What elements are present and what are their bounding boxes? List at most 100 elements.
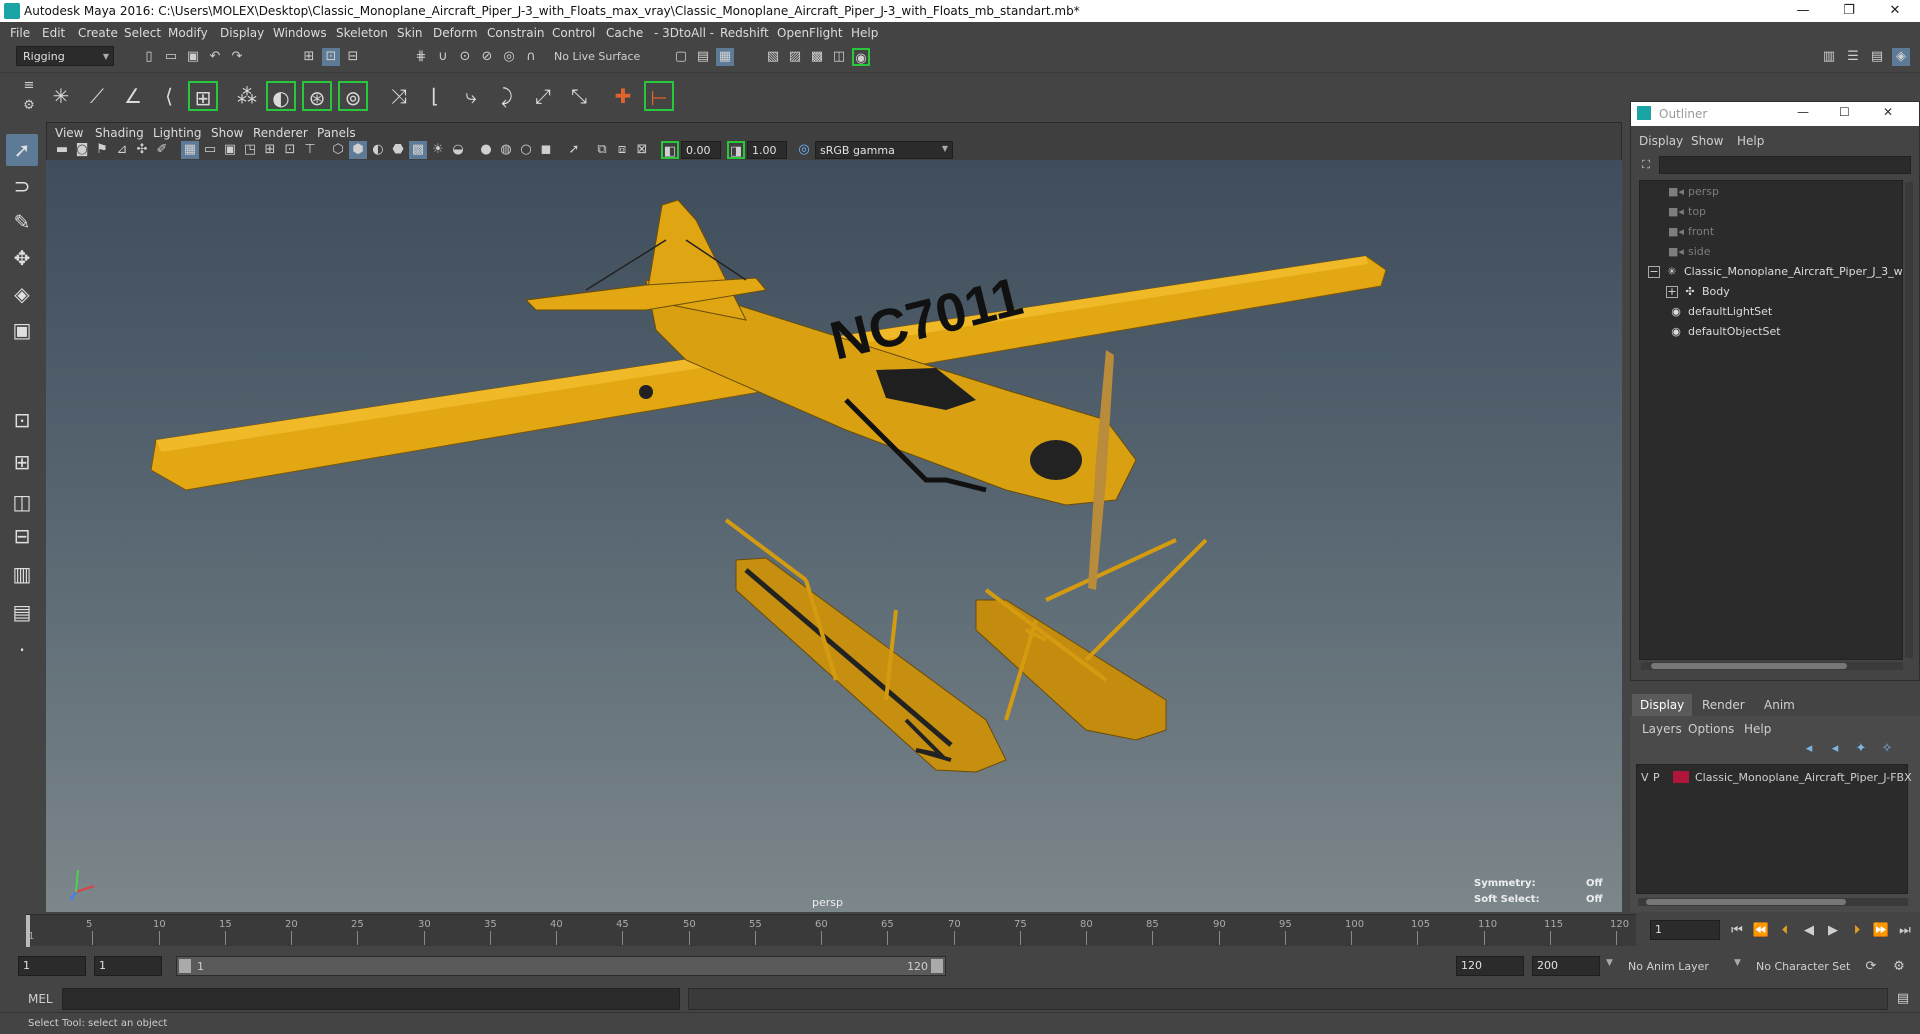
snap-grid-icon[interactable]: ⋕ bbox=[412, 48, 430, 66]
smooth-shade-icon[interactable]: ⬢ bbox=[349, 141, 367, 159]
new-layer-icon[interactable]: ✦ bbox=[1852, 740, 1870, 758]
step-forward-key-icon[interactable]: ⏵ bbox=[1848, 922, 1866, 940]
outliner-minimize-button[interactable]: — bbox=[1797, 105, 1809, 119]
expand-icon[interactable]: + bbox=[1666, 286, 1678, 298]
camera-select-icon[interactable]: ▬ bbox=[53, 141, 71, 159]
outliner-item[interactable]: − ✳ Classic_Monoplane_Aircraft_Piper_J_3_w bbox=[1648, 265, 1903, 285]
layer-menu-help[interactable]: Help bbox=[1744, 722, 1771, 736]
step-back-key-icon[interactable]: ⏴ bbox=[1776, 922, 1794, 940]
move-layer-down-icon[interactable]: ◂ bbox=[1826, 740, 1844, 758]
wire-icon[interactable]: ⊚ bbox=[338, 81, 368, 111]
close-button[interactable]: ✕ bbox=[1872, 1, 1918, 21]
current-frame-field[interactable]: 1 bbox=[1650, 920, 1720, 940]
script-editor-icon[interactable]: ▤ bbox=[1894, 990, 1912, 1008]
layer-row[interactable]: V P Classic_Monoplane_Aircraft_Piper_J-F… bbox=[1637, 767, 1912, 787]
menu-create[interactable]: Create bbox=[78, 26, 118, 40]
redo-icon[interactable]: ↷ bbox=[228, 48, 246, 66]
render-view-icon[interactable]: ▧ bbox=[764, 48, 782, 66]
chevron-down-icon[interactable]: ▼ bbox=[1606, 958, 1613, 968]
motion-blur-icon[interactable]: ◍ bbox=[497, 141, 515, 159]
panel-menu-panels[interactable]: Panels bbox=[317, 126, 356, 140]
textured-icon[interactable]: ▩ bbox=[409, 141, 427, 159]
camera-attr-icon[interactable]: ◙ bbox=[73, 141, 91, 159]
menu-windows[interactable]: Windows bbox=[273, 26, 327, 40]
panel-menu-shading[interactable]: Shading bbox=[95, 126, 144, 140]
locator-icon[interactable]: ✚ bbox=[608, 81, 638, 111]
outliner-item[interactable]: ■◂ persp bbox=[1648, 185, 1719, 205]
current-time-indicator[interactable] bbox=[26, 915, 30, 947]
image-plane-icon[interactable]: ⊿ bbox=[113, 141, 131, 159]
snap-view-icon[interactable]: ⊘ bbox=[478, 48, 496, 66]
default-material-icon[interactable]: ◐ bbox=[369, 141, 387, 159]
color-management-icon[interactable]: ◎ bbox=[795, 141, 813, 159]
minimize-button[interactable]: — bbox=[1780, 1, 1826, 21]
outliner-hscroll-thumb[interactable] bbox=[1651, 663, 1847, 669]
two-view-stack-icon[interactable]: ⊟ bbox=[6, 520, 38, 552]
gamma-icon[interactable]: ◨ bbox=[727, 141, 745, 159]
two-view-side-icon[interactable]: ◫ bbox=[6, 486, 38, 518]
paint-select-icon[interactable]: ✎ bbox=[6, 206, 38, 238]
wire-on-shaded-icon[interactable]: ⬣ bbox=[389, 141, 407, 159]
xray-icon[interactable]: ⧉ bbox=[593, 141, 611, 159]
menu-deform[interactable]: Deform bbox=[433, 26, 478, 40]
modeling-toolkit-icon[interactable]: ▥ bbox=[1820, 48, 1838, 66]
menu-skeleton[interactable]: Skeleton bbox=[336, 26, 388, 40]
menu-constrain[interactable]: Constrain bbox=[487, 26, 545, 40]
resolution-gate-icon[interactable]: ▣ bbox=[221, 141, 239, 159]
colorspace-dropdown[interactable]: sRGB gamma ▼ bbox=[815, 141, 953, 159]
menu-modify[interactable]: Modify bbox=[168, 26, 208, 40]
3d-viewport[interactable]: NC7011 persp Symmetry: Off Soft Select: … bbox=[46, 160, 1622, 912]
outliner-item[interactable]: ■◂ front bbox=[1648, 225, 1714, 245]
layer-visibility-toggle[interactable]: V bbox=[1641, 771, 1649, 784]
play-forward-icon[interactable]: ▶ bbox=[1824, 922, 1842, 940]
history-icon[interactable]: ▢ bbox=[672, 48, 690, 66]
gate-mask-icon[interactable]: ◳ bbox=[241, 141, 259, 159]
filter-icon[interactable]: ⛶ bbox=[1637, 156, 1655, 174]
outliner-menu-help[interactable]: Help bbox=[1737, 134, 1764, 148]
rotate-tool-icon[interactable]: ◈ bbox=[6, 278, 38, 310]
menu-help[interactable]: Help bbox=[851, 26, 878, 40]
outliner-item[interactable]: + ✣ Body bbox=[1666, 285, 1730, 305]
panel-menu-view[interactable]: View bbox=[55, 126, 83, 140]
wireframe-icon[interactable]: ⬡ bbox=[329, 141, 347, 159]
live-surface-label[interactable]: No Live Surface bbox=[554, 50, 640, 63]
script-language-toggle[interactable]: MEL bbox=[28, 992, 53, 1006]
menu-control[interactable]: Control bbox=[552, 26, 595, 40]
time-slider[interactable]: 1 5 10 15 20 25 30 35 40 45 50 55 60 65 70 75 80 85 90 95 10… bbox=[0, 912, 1920, 948]
select-component-icon[interactable]: ⊟ bbox=[344, 48, 362, 66]
render-frame-icon[interactable]: ▦ bbox=[716, 48, 734, 66]
redshift-icon[interactable]: ◉ bbox=[852, 48, 870, 66]
view-transform-icon[interactable]: ✣ bbox=[133, 141, 151, 159]
outliner-maximize-button[interactable]: ☐ bbox=[1839, 105, 1850, 119]
menu-select[interactable]: Select bbox=[124, 26, 161, 40]
auto-key-icon[interactable]: ⟳ bbox=[1862, 958, 1880, 976]
tab-display[interactable]: Display bbox=[1632, 694, 1693, 716]
parent-constraint-icon[interactable]: ⌊ bbox=[420, 81, 450, 111]
chevron-down-icon[interactable]: ▼ bbox=[1734, 958, 1741, 968]
panel-menu-renderer[interactable]: Renderer bbox=[253, 126, 308, 140]
menu-cache[interactable]: Cache bbox=[606, 26, 643, 40]
point-constraint-icon[interactable]: ⤷ bbox=[456, 81, 486, 111]
menu-openflight[interactable]: OpenFlight bbox=[777, 26, 843, 40]
snap-curve-icon[interactable]: ∪ bbox=[434, 48, 452, 66]
tab-render[interactable]: Render bbox=[1694, 694, 1753, 716]
menu-redshift[interactable]: Redshift bbox=[720, 26, 769, 40]
move-layer-up-icon[interactable]: ◂ bbox=[1800, 740, 1818, 758]
restore-button[interactable]: ❐ bbox=[1826, 1, 1872, 21]
bend-icon[interactable]: ◐ bbox=[266, 81, 296, 111]
custom-locator-icon[interactable]: ⊢ bbox=[644, 81, 674, 111]
attribute-editor-icon[interactable]: ▤ bbox=[1868, 48, 1886, 66]
single-view-icon[interactable]: ⊡ bbox=[6, 404, 38, 436]
grease-pencil-icon[interactable]: ✐ bbox=[153, 141, 171, 159]
insert-joint-icon[interactable]: ⟨ bbox=[154, 81, 184, 111]
four-view-icon[interactable]: ⊞ bbox=[6, 446, 38, 478]
isolate-select-icon[interactable]: ➚ bbox=[565, 141, 583, 159]
xray-components-icon[interactable]: ⊠ bbox=[633, 141, 651, 159]
tool-settings-icon[interactable]: ◈ bbox=[1892, 48, 1910, 66]
select-hierarchy-icon[interactable]: ⊞ bbox=[300, 48, 318, 66]
go-to-end-icon[interactable]: ⏭ bbox=[1896, 922, 1914, 940]
outliner-menu-show[interactable]: Show bbox=[1691, 134, 1723, 148]
outliner-menu-display[interactable]: Display bbox=[1639, 134, 1683, 148]
open-scene-icon[interactable]: ▭ bbox=[162, 48, 180, 66]
range-slider[interactable]: 1 120 bbox=[176, 956, 946, 976]
